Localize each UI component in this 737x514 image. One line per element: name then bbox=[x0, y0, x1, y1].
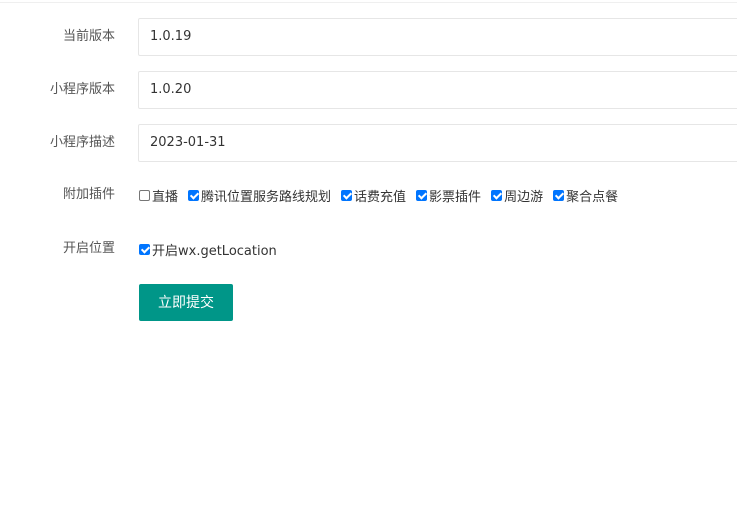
submit-button[interactable]: 立即提交 bbox=[139, 284, 233, 321]
addon-nearby-tour-label: 周边游 bbox=[504, 189, 544, 205]
addon-route-planning-label: 腾讯位置服务路线规划 bbox=[201, 189, 332, 205]
settings-page: 当前版本 1.0.19 小程序版本 1.0.20 小程序描述 2023-01-3… bbox=[0, 0, 737, 514]
addons-label: 附加插件 bbox=[62, 187, 115, 202]
addon-movie-ticket-label: 影票插件 bbox=[429, 189, 482, 205]
checkbox-box[interactable] bbox=[341, 189, 353, 201]
location-row: 开启位置 bbox=[0, 230, 737, 268]
addon-phone-recharge-label: 话费充值 bbox=[354, 189, 407, 205]
current-version-row: 当前版本 1.0.19 bbox=[0, 18, 737, 56]
checkbox-box[interactable] bbox=[416, 189, 428, 201]
addon-route-planning-checkbox[interactable]: 腾讯位置服务路线规划 bbox=[188, 186, 331, 205]
addons-checkbox-group: 直播 腾讯位置服务路线规划 话费充值 影票插件 周边游 聚合点餐 bbox=[139, 185, 618, 205]
checkbox-box[interactable] bbox=[491, 189, 503, 201]
addon-live-checkbox[interactable]: 直播 bbox=[139, 186, 178, 205]
top-divider bbox=[0, 2, 737, 3]
checkbox-box[interactable] bbox=[553, 189, 565, 201]
miniprogram-description-label: 小程序描述 bbox=[49, 135, 115, 150]
current-version-field[interactable]: 1.0.19 bbox=[138, 18, 737, 56]
checkbox-box[interactable] bbox=[188, 189, 200, 201]
addon-live-label: 直播 bbox=[152, 189, 179, 205]
location-label: 开启位置 bbox=[62, 241, 115, 256]
miniprogram-version-field[interactable]: 1.0.20 bbox=[138, 71, 737, 109]
current-version-label: 当前版本 bbox=[62, 29, 115, 44]
checkbox-box[interactable] bbox=[139, 243, 150, 255]
enable-getlocation-label: 开启wx.getLocation bbox=[152, 243, 277, 259]
addon-movie-ticket-checkbox[interactable]: 影票插件 bbox=[416, 186, 481, 205]
checkbox-box[interactable] bbox=[139, 189, 150, 201]
location-checkbox-group: 开启wx.getLocation bbox=[139, 239, 277, 259]
miniprogram-version-label: 小程序版本 bbox=[49, 82, 115, 97]
miniprogram-version-row: 小程序版本 1.0.20 bbox=[0, 71, 737, 109]
addon-food-ordering-label: 聚合点餐 bbox=[566, 189, 619, 205]
enable-getlocation-checkbox[interactable]: 开启wx.getLocation bbox=[139, 240, 277, 259]
miniprogram-description-field[interactable]: 2023-01-31 bbox=[138, 124, 737, 162]
addon-food-ordering-checkbox[interactable]: 聚合点餐 bbox=[553, 186, 618, 205]
miniprogram-description-row: 小程序描述 2023-01-31 bbox=[0, 124, 737, 162]
addon-phone-recharge-checkbox[interactable]: 话费充值 bbox=[341, 186, 406, 205]
addon-nearby-tour-checkbox[interactable]: 周边游 bbox=[491, 186, 543, 205]
